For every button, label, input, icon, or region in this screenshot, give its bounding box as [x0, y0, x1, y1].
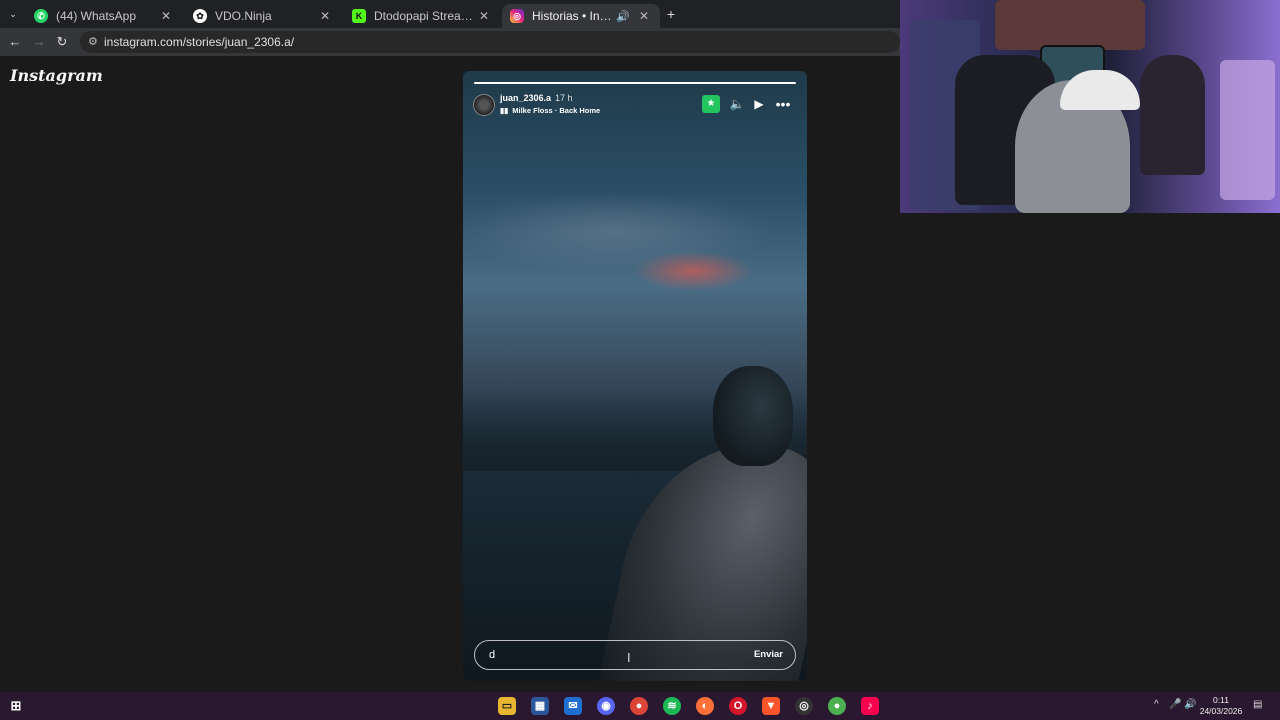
- tab-kick-stream[interactable]: K Dtodopapi Stream - Watch Live ✕: [344, 4, 500, 28]
- reply-input[interactable]: d Enviar: [474, 640, 796, 670]
- music-title: Milke Floss · Back Home: [512, 106, 601, 115]
- tab-search-chevron-icon[interactable]: ⌄: [4, 5, 22, 23]
- microphone-icon[interactable]: 🎤: [1169, 699, 1181, 710]
- story-time-ago: 17 h: [555, 93, 573, 103]
- speaker-icon[interactable]: 🔊: [616, 10, 630, 23]
- tray-chevron-icon[interactable]: ^: [1154, 699, 1159, 710]
- chrome-active-icon[interactable]: ●: [828, 697, 846, 715]
- tab-label: Dtodopapi Stream - Watch Live: [374, 9, 476, 23]
- close-icon[interactable]: ✕: [317, 9, 333, 23]
- notifications-icon[interactable]: ▤: [1253, 699, 1262, 710]
- story-progress-bar: [474, 82, 796, 84]
- instagram-logo[interactable]: Instagram: [10, 66, 103, 85]
- close-icon[interactable]: ✕: [636, 9, 652, 23]
- close-icon[interactable]: ✕: [476, 9, 492, 23]
- firefox-icon[interactable]: ◐: [696, 697, 714, 715]
- tiktok-icon[interactable]: ♪: [861, 697, 879, 715]
- avatar[interactable]: [473, 94, 495, 116]
- volume-icon[interactable]: 🔈: [728, 95, 746, 113]
- forward-arrow-icon[interactable]: →: [30, 33, 48, 51]
- vdo-ninja-icon: ✿: [193, 9, 207, 23]
- taskbar: ⊞ ▭ ▦ ✉ ◉ ● ≋ ◐ O ▼ ◎ ● ♪ ^ 🎤 🔊 0:11 24/…: [0, 692, 1280, 720]
- reply-input-value: d: [489, 649, 496, 661]
- windows-start-icon[interactable]: ⊞: [7, 697, 25, 715]
- file-explorer-icon[interactable]: ▭: [498, 697, 516, 715]
- webcam-overlay: [900, 0, 1280, 213]
- close-icon[interactable]: ✕: [158, 9, 174, 23]
- chrome-icon[interactable]: ●: [630, 697, 648, 715]
- tab-instagram-stories[interactable]: ◎ Historias • Instagram 🔊 ✕: [502, 4, 660, 28]
- text-cursor-icon: I: [627, 650, 631, 665]
- story-username[interactable]: juan_2306.a: [500, 93, 551, 103]
- story-person-head: [713, 366, 793, 466]
- taskbar-clock[interactable]: 0:11 24/03/2026: [1196, 695, 1246, 717]
- url-text: instagram.com/stories/juan_2306.a/: [104, 35, 295, 49]
- play-icon[interactable]: ▶: [750, 95, 768, 113]
- more-options-icon[interactable]: •••: [774, 95, 792, 113]
- microsoft-store-icon[interactable]: ▦: [531, 697, 549, 715]
- mail-icon[interactable]: ✉: [564, 697, 582, 715]
- back-arrow-icon[interactable]: ←: [6, 33, 24, 51]
- volume-tray-icon[interactable]: 🔊: [1184, 699, 1196, 710]
- tab-label: Historias • Instagram: [532, 9, 616, 23]
- instagram-icon: ◎: [510, 9, 524, 23]
- brave-icon[interactable]: ▼: [762, 697, 780, 715]
- tab-vdo-ninja[interactable]: ✿ VDO.Ninja ✕: [185, 4, 341, 28]
- tab-label: (44) WhatsApp: [56, 9, 137, 23]
- obs-icon[interactable]: ◎: [795, 697, 813, 715]
- webcam-poster: [995, 0, 1145, 50]
- whatsapp-icon: ✆: [34, 9, 48, 23]
- clock-date: 24/03/2026: [1199, 706, 1243, 716]
- webcam-light: [1220, 60, 1275, 200]
- clock-time: 0:11: [1213, 695, 1229, 705]
- reload-icon[interactable]: ↻: [53, 33, 71, 51]
- opera-icon[interactable]: O: [729, 697, 747, 715]
- address-bar[interactable]: ⚙ instagram.com/stories/juan_2306.a/: [80, 31, 900, 53]
- story-progress-fill: [474, 82, 796, 84]
- close-friends-star-icon: ★: [702, 95, 720, 113]
- story-viewer[interactable]: juan_2306.a 17 h ▮▮ Milke Floss · Back H…: [463, 71, 807, 681]
- music-bars-icon: ▮▮: [500, 106, 509, 115]
- spotify-icon[interactable]: ≋: [663, 697, 681, 715]
- story-music[interactable]: ▮▮ Milke Floss · Back Home: [500, 106, 600, 115]
- site-settings-icon[interactable]: ⚙: [88, 31, 98, 53]
- discord-icon[interactable]: ◉: [597, 697, 615, 715]
- tab-whatsapp[interactable]: ✆ (44) WhatsApp ✕: [26, 4, 182, 28]
- kick-icon: K: [352, 9, 366, 23]
- tab-label: VDO.Ninja: [215, 9, 272, 23]
- send-button[interactable]: Enviar: [754, 649, 783, 660]
- webcam-second-person: [1140, 55, 1205, 175]
- new-tab-button[interactable]: +: [662, 5, 680, 23]
